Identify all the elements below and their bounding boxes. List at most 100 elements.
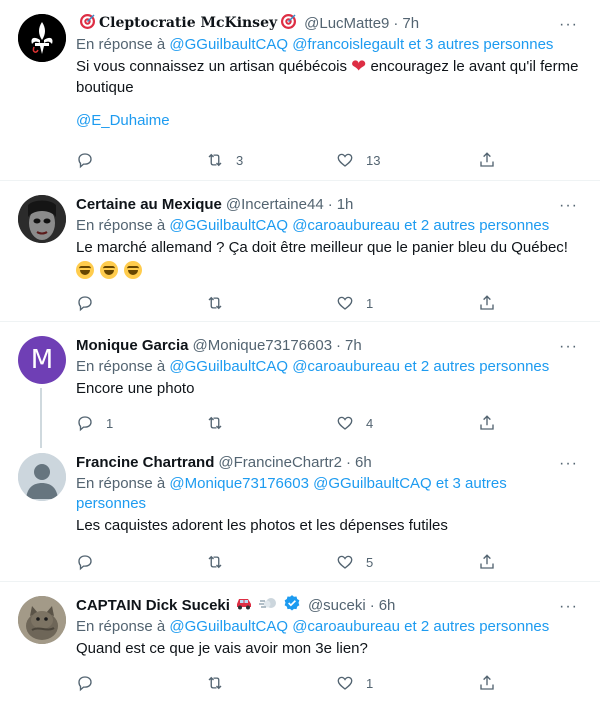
like-button[interactable]: 13 [336,151,478,169]
reply-icon [78,153,92,169]
share-button[interactable] [478,151,496,169]
heart-icon [337,555,353,569]
display-name[interactable]: Certaine au Mexique [76,196,222,213]
user-handle[interactable]: @LucMatte9 [304,15,389,32]
avatar[interactable] [18,195,66,243]
heart-icon [337,416,353,430]
avatar[interactable]: M [18,336,66,384]
display-name[interactable]: Monique Garcia [76,337,189,354]
display-name[interactable]: Cleptocratie McKinsey [99,15,277,31]
tweet-text: Si vous connaissez un artisan québécois … [76,56,584,131]
mention-link[interactable]: @GGuilbaultCAQ [169,217,288,234]
tweet-text: Encore une photo [76,380,195,397]
share-icon [480,295,494,310]
like-button[interactable]: 5 [336,553,478,571]
more-options-icon[interactable]: ··· [559,197,578,215]
tweet[interactable]: CAPTAIN Dick Suceki @suceki · 6h ··· En … [0,582,600,713]
reply-prefix: En réponse à [76,36,166,53]
mention-link[interactable]: @caroaubureau [292,618,400,635]
reply-context: En réponse à @GGuilbaultCAQ @caroauburea… [76,357,584,377]
reply-context: En réponse à @GGuilbaultCAQ @caroauburea… [76,216,584,236]
tweet-text-part: Si vous connaissez un artisan québécois [76,58,347,75]
user-handle[interactable]: @Incertaine44 [226,196,324,213]
user-handle[interactable]: @FrancineChartr2 [218,454,342,471]
retweet-icon [208,153,222,167]
share-button[interactable] [478,294,496,312]
more-options-icon[interactable]: ··· [559,16,578,34]
reply-button[interactable] [76,294,206,312]
share-icon [480,152,494,167]
reply-button[interactable] [76,151,206,169]
reply-prefix: En réponse à [76,358,166,375]
tweet-actions: 1 [76,664,584,702]
mention-link[interactable]: @francoislegault [292,36,404,53]
like-button[interactable]: 1 [336,294,478,312]
display-name[interactable]: Francine Chartrand [76,454,214,471]
mention-link[interactable]: @GGuilbaultCAQ [313,475,432,492]
more-recipients-link[interactable]: et 2 autres personnes [404,358,549,375]
tweet-feed: Cleptocratie McKinsey @LucMatte9 · 7h ··… [0,0,600,713]
avatar[interactable] [18,596,66,644]
heart-icon [337,676,353,690]
emoji-row [76,261,584,282]
red-heart-icon: ❤ [351,56,367,76]
reply-context: En réponse à @GGuilbaultCAQ @caroauburea… [76,617,584,637]
reply-count: 1 [106,415,114,431]
timestamp[interactable]: 1h [337,196,354,213]
display-name[interactable]: CAPTAIN Dick Suceki [76,597,230,614]
like-button[interactable]: 4 [336,414,478,432]
avatar[interactable] [18,14,66,62]
retweet-button[interactable]: 3 [206,151,336,169]
mention-link[interactable]: @caroaubureau [292,358,400,375]
tweet-header: CAPTAIN Dick Suceki @suceki · 6h [76,594,584,616]
more-options-icon[interactable]: ··· [559,455,578,473]
mention-link[interactable]: @E_Duhaime [76,110,584,131]
reply-prefix: En réponse à [76,217,166,234]
tweet[interactable]: Cleptocratie McKinsey @LucMatte9 · 7h ··… [0,0,600,181]
retweet-icon [208,676,222,690]
more-options-icon[interactable]: ··· [559,338,578,356]
mention-link[interactable]: @GGuilbaultCAQ [169,358,288,375]
share-button[interactable] [478,414,496,432]
mention-link[interactable]: @caroaubureau [292,217,400,234]
retweet-button[interactable] [206,553,336,571]
share-button[interactable] [478,553,496,571]
reply-button[interactable] [76,553,206,571]
more-options-icon[interactable]: ··· [559,598,578,616]
tweet-text-part: Le marché allemand ? Ça doit être meille… [76,239,568,256]
laughing-tears-emoji-icon [100,261,119,279]
more-recipients-link[interactable]: et 3 autres personnes [408,36,553,53]
avatar[interactable] [18,453,66,501]
reply-button[interactable] [76,674,206,692]
tweet[interactable]: Certaine au Mexique @Incertaine44 · 1h ·… [0,181,600,322]
user-handle[interactable]: @suceki [308,597,366,614]
mention-link[interactable]: @Monique73176603 [169,475,309,492]
timestamp[interactable]: 7h [402,15,419,32]
share-button[interactable] [478,674,496,692]
retweet-button[interactable] [206,674,336,692]
user-handle[interactable]: @Monique73176603 [193,337,333,354]
dash-emoji-icon [258,596,277,614]
more-recipients-link[interactable]: et 2 autres personnes [404,618,549,635]
more-recipients-link[interactable]: et 2 autres personnes [404,217,549,234]
tweet[interactable]: M Monique Garcia @Monique73176603 · 7h ·… [0,322,600,448]
target-icon [79,13,96,34]
mention-link[interactable]: @GGuilbaultCAQ [169,36,288,53]
tweet-actions: 3 13 [76,141,584,179]
avatar-letter: M [30,345,54,375]
reply-button[interactable]: 1 [76,414,206,432]
heart-icon [337,296,353,310]
tweet-actions: 1 [76,284,584,322]
timestamp[interactable]: 7h [345,337,362,354]
timestamp[interactable]: 6h [355,454,372,471]
tweet[interactable]: Francine Chartrand @FrancineChartr2 · 6h… [0,439,600,582]
tweet-text: Quand est ce que je vais avoir mon 3e li… [76,640,368,657]
retweet-button[interactable] [206,414,336,432]
heart-icon [337,153,353,167]
mention-link[interactable]: @GGuilbaultCAQ [169,618,288,635]
cat-photo-avatar [18,596,66,644]
tweet-header: Cleptocratie McKinsey @LucMatte9 · 7h [76,12,584,34]
retweet-button[interactable] [206,294,336,312]
like-button[interactable]: 1 [336,674,478,692]
timestamp[interactable]: 6h [379,597,396,614]
